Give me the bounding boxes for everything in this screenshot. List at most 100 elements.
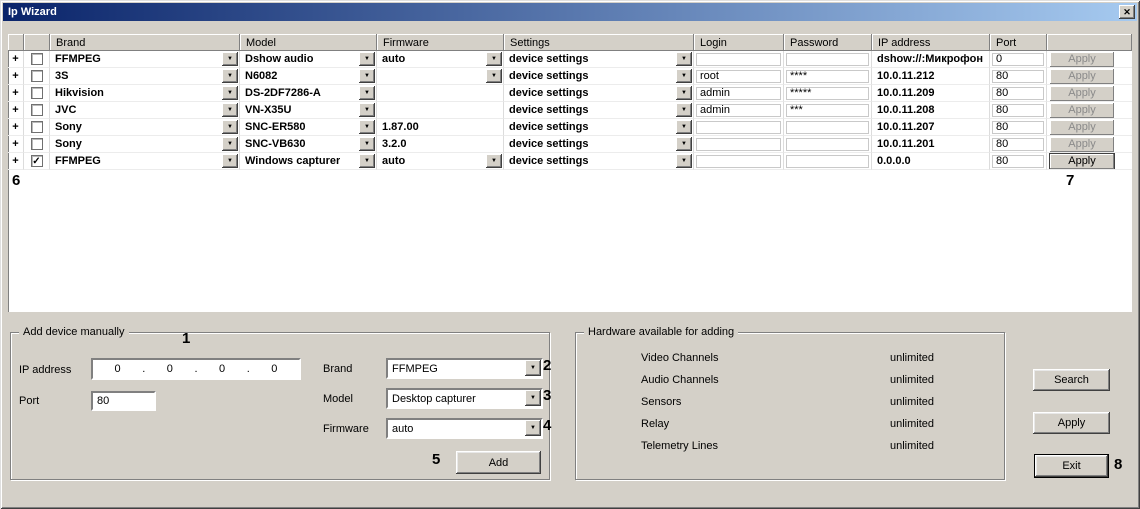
port-cell[interactable]: 80 (990, 119, 1047, 136)
row-checkbox[interactable] (24, 51, 50, 68)
model-cell[interactable]: SNC-VB630 ▼ (240, 136, 377, 153)
header-model[interactable]: Model (240, 34, 377, 51)
row-checkbox[interactable] (24, 85, 50, 102)
dropdown-arrow-icon[interactable]: ▼ (486, 69, 502, 83)
password-cell[interactable] (784, 153, 872, 170)
row-expand-toggle[interactable]: + (8, 102, 24, 119)
row-expand-toggle[interactable]: + (8, 85, 24, 102)
row-checkbox[interactable] (24, 136, 50, 153)
settings-cell[interactable]: device settings ▼ (504, 102, 694, 119)
dropdown-arrow-icon[interactable]: ▼ (676, 103, 692, 117)
port-cell[interactable]: 80 (990, 153, 1047, 170)
header-port[interactable]: Port (990, 34, 1047, 51)
header-ip-address[interactable]: IP address (872, 34, 990, 51)
firmware-cell[interactable]: 1.87.00 (377, 119, 504, 136)
header-settings[interactable]: Settings (504, 34, 694, 51)
settings-cell[interactable]: device settings ▼ (504, 51, 694, 68)
settings-cell[interactable]: device settings ▼ (504, 136, 694, 153)
ip-cell[interactable]: 0.0.0.0 (872, 153, 990, 170)
port-cell[interactable]: 80 (990, 136, 1047, 153)
ip-cell[interactable]: dshow://:Микрофон (872, 51, 990, 68)
firmware-select[interactable]: auto ▼ (386, 418, 543, 439)
row-checkbox[interactable] (24, 119, 50, 136)
brand-cell[interactable]: FFMPEG ▼ (50, 153, 240, 170)
firmware-cell[interactable] (377, 102, 504, 119)
brand-cell[interactable]: FFMPEG ▼ (50, 51, 240, 68)
dropdown-arrow-icon[interactable]: ▼ (676, 120, 692, 134)
dropdown-arrow-icon[interactable]: ▼ (222, 120, 238, 134)
password-cell[interactable] (784, 119, 872, 136)
dropdown-arrow-icon[interactable]: ▼ (359, 154, 375, 168)
dropdown-arrow-icon[interactable]: ▼ (676, 86, 692, 100)
model-cell[interactable]: Windows capturer ▼ (240, 153, 377, 170)
login-cell[interactable]: admin (694, 102, 784, 119)
model-cell[interactable]: DS-2DF7286-A ▼ (240, 85, 377, 102)
dropdown-arrow-icon[interactable]: ▼ (676, 69, 692, 83)
dropdown-arrow-icon[interactable]: ▼ (222, 86, 238, 100)
row-expand-toggle[interactable]: + (8, 136, 24, 153)
ip-cell[interactable]: 10.0.11.208 (872, 102, 990, 119)
dropdown-arrow-icon[interactable]: ▼ (359, 52, 375, 66)
dropdown-arrow-icon[interactable]: ▼ (359, 69, 375, 83)
row-checkbox[interactable] (24, 68, 50, 85)
row-apply-button[interactable]: Apply (1050, 102, 1114, 118)
ip-cell[interactable]: 10.0.11.201 (872, 136, 990, 153)
port-cell[interactable]: 80 (990, 102, 1047, 119)
login-cell[interactable]: admin (694, 85, 784, 102)
login-cell[interactable] (694, 119, 784, 136)
port-cell[interactable]: 80 (990, 85, 1047, 102)
title-bar[interactable]: Ip Wizard ✕ (3, 3, 1137, 21)
dropdown-arrow-icon[interactable]: ▼ (486, 154, 502, 168)
model-cell[interactable]: VN-X35U ▼ (240, 102, 377, 119)
header-password[interactable]: Password (784, 34, 872, 51)
header-login[interactable]: Login (694, 34, 784, 51)
ip-cell[interactable]: 10.0.11.207 (872, 119, 990, 136)
firmware-cell[interactable] (377, 85, 504, 102)
row-checkbox[interactable] (24, 102, 50, 119)
brand-cell[interactable]: Sony ▼ (50, 136, 240, 153)
dropdown-arrow-icon[interactable]: ▼ (676, 154, 692, 168)
firmware-cell[interactable]: auto ▼ (377, 153, 504, 170)
dropdown-arrow-icon[interactable]: ▼ (486, 52, 502, 66)
brand-select[interactable]: FFMPEG ▼ (386, 358, 543, 379)
dropdown-arrow-icon[interactable]: ▼ (676, 52, 692, 66)
close-button[interactable]: ✕ (1119, 5, 1135, 19)
login-cell[interactable] (694, 136, 784, 153)
dropdown-arrow-icon[interactable]: ▼ (222, 154, 238, 168)
dropdown-arrow-icon[interactable]: ▼ (359, 103, 375, 117)
dropdown-arrow-icon[interactable]: ▼ (222, 103, 238, 117)
header-firmware[interactable]: Firmware (377, 34, 504, 51)
firmware-cell[interactable]: auto ▼ (377, 51, 504, 68)
model-cell[interactable]: SNC-ER580 ▼ (240, 119, 377, 136)
row-apply-button[interactable]: Apply (1050, 136, 1114, 152)
password-cell[interactable]: ***** (784, 85, 872, 102)
firmware-cell[interactable]: ▼ (377, 68, 504, 85)
model-cell[interactable]: Dshow audio ▼ (240, 51, 377, 68)
row-apply-button[interactable]: Apply (1049, 153, 1115, 169)
model-select[interactable]: Desktop capturer ▼ (386, 388, 543, 409)
dropdown-arrow-icon[interactable]: ▼ (222, 69, 238, 83)
brand-cell[interactable]: 3S ▼ (50, 68, 240, 85)
row-apply-button[interactable]: Apply (1050, 119, 1114, 135)
search-button[interactable]: Search (1033, 369, 1110, 391)
ip-address-input[interactable]: 0 . 0 . 0 . 0 (91, 358, 301, 380)
brand-cell[interactable]: Sony ▼ (50, 119, 240, 136)
row-expand-toggle[interactable]: + (8, 51, 24, 68)
login-cell[interactable] (694, 153, 784, 170)
settings-cell[interactable]: device settings ▼ (504, 153, 694, 170)
dropdown-arrow-icon[interactable]: ▼ (359, 137, 375, 151)
port-input[interactable]: 80 (91, 391, 156, 411)
dropdown-arrow-icon[interactable]: ▼ (525, 360, 541, 376)
model-cell[interactable]: N6082 ▼ (240, 68, 377, 85)
password-cell[interactable] (784, 51, 872, 68)
brand-cell[interactable]: JVC ▼ (50, 102, 240, 119)
row-checkbox[interactable]: ✓ (24, 153, 50, 170)
brand-cell[interactable]: Hikvision ▼ (50, 85, 240, 102)
row-expand-toggle[interactable]: + (8, 153, 24, 170)
port-cell[interactable]: 0 (990, 51, 1047, 68)
password-cell[interactable]: **** (784, 68, 872, 85)
ip-cell[interactable]: 10.0.11.209 (872, 85, 990, 102)
dropdown-arrow-icon[interactable]: ▼ (222, 52, 238, 66)
dropdown-arrow-icon[interactable]: ▼ (525, 420, 541, 436)
add-button[interactable]: Add (456, 451, 541, 474)
